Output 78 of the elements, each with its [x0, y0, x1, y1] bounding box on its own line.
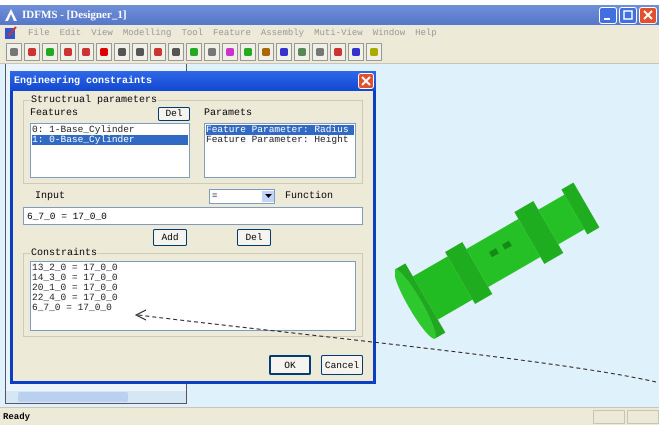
toolbar-button[interactable] — [6, 43, 22, 61]
toolbar-icon — [314, 46, 326, 58]
toolbar-icon — [224, 46, 236, 58]
status-text: Ready — [3, 412, 32, 422]
toolbar-icon — [26, 46, 38, 58]
list-item[interactable]: 14_3_0 = 17_0_0 — [32, 273, 354, 283]
list-item[interactable]: Feature Parameter: Height — [206, 135, 354, 145]
operator-dropdown[interactable]: = — [209, 188, 275, 204]
constraints-list[interactable]: 13_2_0 = 17_0_0 14_3_0 = 17_0_0 20_1_0 = 17_0_0 22_4_0 = 17_0_0 6_7_0 = 17_0_0 — [30, 261, 356, 331]
app-logo-icon — [4, 8, 18, 22]
list-item[interactable]: 13_2_0 = 17_0_0 — [32, 263, 354, 273]
toolbar-icon — [44, 46, 56, 58]
toolbar-button[interactable] — [60, 43, 76, 61]
toolbar-icon — [8, 46, 20, 58]
toolbar-icon — [332, 46, 344, 58]
window-title: IDFMS - [Designer_1] — [22, 9, 126, 21]
toolbar-icon — [80, 46, 92, 58]
group-label: Constraints — [30, 248, 98, 259]
list-item[interactable]: Feature Parameter: Radius — [206, 125, 354, 135]
minimize-button[interactable] — [599, 6, 617, 24]
minimize-icon — [604, 18, 610, 20]
toolbar-icon — [98, 46, 110, 58]
toolbar-button[interactable] — [330, 43, 346, 61]
maximize-icon — [623, 10, 633, 20]
toolbar-icon — [188, 46, 200, 58]
toolbar-icon — [278, 46, 290, 58]
parameters-label: Paramets — [204, 108, 252, 119]
toolbar-button[interactable] — [168, 43, 184, 61]
ok-button[interactable]: OK — [269, 355, 311, 375]
toolbar-icon — [116, 46, 128, 58]
toolbar-icon — [152, 46, 164, 58]
toolbar-button[interactable] — [312, 43, 328, 61]
close-button[interactable] — [639, 6, 657, 24]
toolbar-icon — [206, 46, 218, 58]
toolbar-icon — [170, 46, 182, 58]
toolbar-button[interactable] — [132, 43, 148, 61]
toolbar-icon — [134, 46, 146, 58]
toolbar-icon — [296, 46, 308, 58]
toolbar-button[interactable] — [348, 43, 364, 61]
close-icon — [361, 76, 371, 86]
toolbar-icon — [260, 46, 272, 58]
list-item[interactable]: 6_7_0 = 17_0_0 — [32, 303, 354, 313]
toolbar-button[interactable] — [222, 43, 238, 61]
toolbar-icon — [350, 46, 362, 58]
toolbar-button[interactable] — [204, 43, 220, 61]
list-item[interactable]: 1: 0-Base_Cylinder — [32, 135, 188, 145]
toolbar-button[interactable] — [276, 43, 292, 61]
list-item[interactable]: 0: 1-Base_Cylinder — [32, 125, 188, 135]
group-label: Structrual parameters — [30, 95, 158, 106]
features-label: Features — [30, 108, 78, 119]
toolbar-button[interactable] — [96, 43, 112, 61]
toolbar-icon — [62, 46, 74, 58]
toolbar-icon — [368, 46, 380, 58]
toolbar-button[interactable] — [258, 43, 274, 61]
delete-button[interactable]: Del — [158, 106, 190, 120]
dialog-title: Engineering constraints — [14, 76, 152, 86]
toolbar-button[interactable] — [294, 43, 310, 61]
input-label: Input — [35, 190, 66, 202]
function-label: Function — [285, 190, 334, 202]
features-list[interactable]: 0: 1-Base_Cylinder 1: 0-Base_Cylinder — [30, 123, 190, 178]
list-item[interactable]: 20_1_0 = 17_0_0 — [32, 283, 354, 293]
close-icon — [643, 10, 653, 20]
list-item[interactable]: 22_4_0 = 17_0_0 — [32, 293, 354, 303]
input-field[interactable]: 6_7_0 = 17_0_0 — [23, 207, 363, 225]
close-button[interactable] — [358, 73, 374, 89]
document-icon — [4, 26, 18, 40]
delete-button[interactable]: Del — [237, 229, 271, 246]
parameters-list[interactable]: Feature Parameter: Radius Feature Parameter: Height — [204, 123, 356, 178]
maximize-button[interactable] — [619, 6, 637, 24]
dropdown-arrow-icon — [264, 194, 272, 198]
toolbar-button[interactable] — [150, 43, 166, 61]
toolbar-icon — [242, 46, 254, 58]
toolbar-button[interactable] — [24, 43, 40, 61]
horizontal-scrollbar[interactable] — [6, 391, 186, 403]
add-button[interactable]: Add — [153, 229, 187, 246]
toolbar-button[interactable] — [78, 43, 94, 61]
cancel-button[interactable]: Cancel — [321, 355, 363, 375]
toolbar-button[interactable] — [114, 43, 130, 61]
